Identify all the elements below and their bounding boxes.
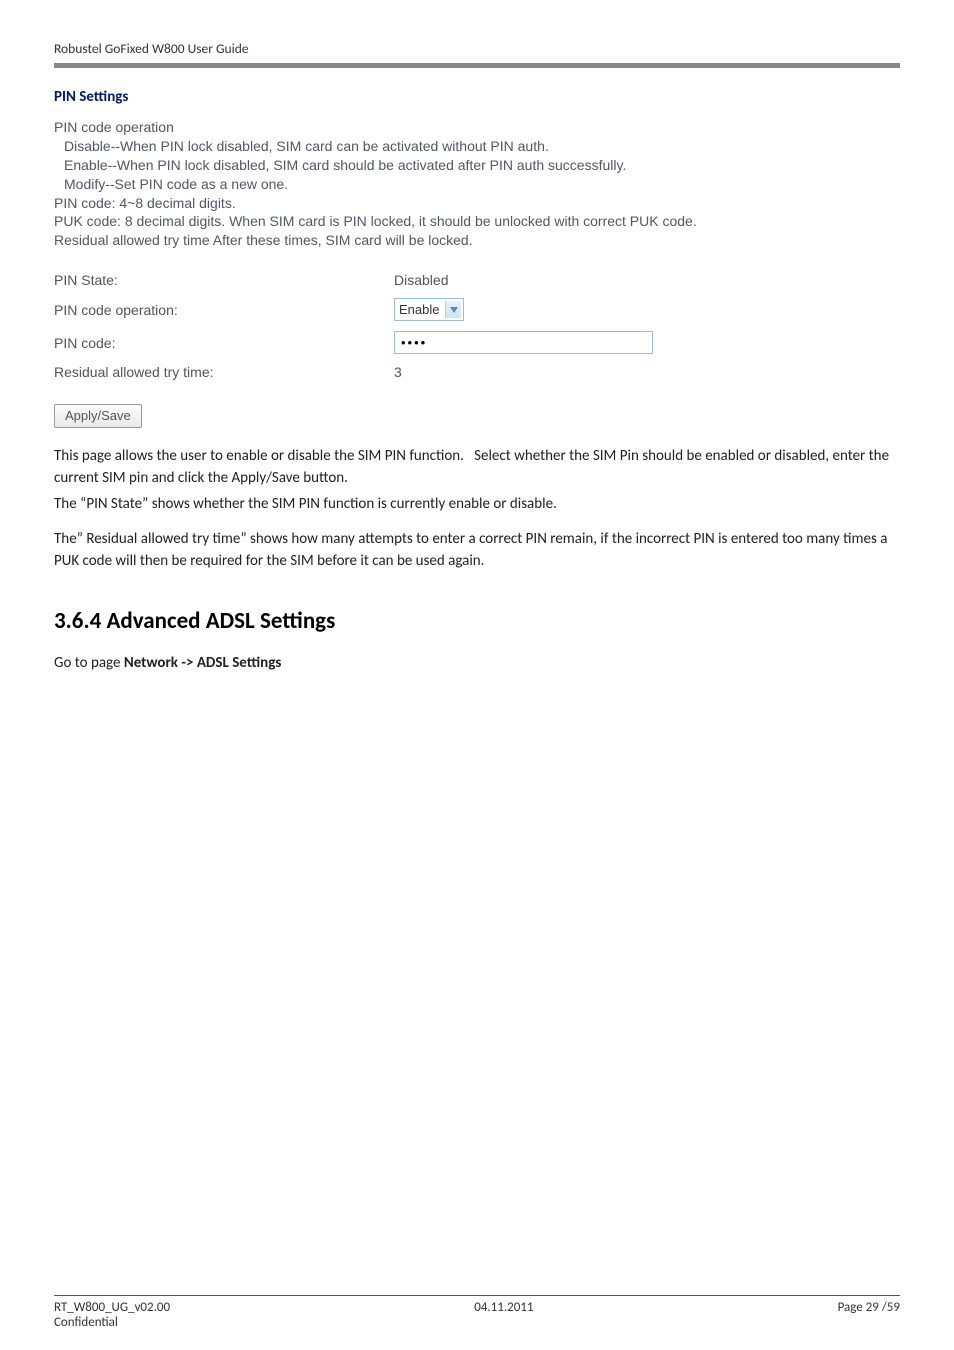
footer-top-row: RT_W800_UG_v02.00 04.11.2011 Page 29 /59	[54, 1296, 900, 1315]
pin-state-value: Disabled	[394, 272, 448, 288]
body-text-block: This page allows the user to enable or d…	[54, 446, 900, 573]
spacer	[54, 390, 900, 404]
pin-code-operation-row: PIN code operation: Enable	[54, 298, 900, 321]
goto-prefix: Go to page	[54, 654, 124, 672]
help-line: Enable--When PIN lock disabled, SIM card…	[54, 156, 900, 175]
body-paragraph: The “PIN State” shows whether the SIM PI…	[54, 494, 900, 516]
residual-value: 3	[394, 364, 402, 380]
goto-target: Network -> ADSL Settings	[124, 654, 282, 672]
footer-left-top: RT_W800_UG_v02.00	[54, 1300, 170, 1315]
help-line: Disable--When PIN lock disabled, SIM car…	[54, 137, 900, 156]
help-line: PIN code: 4~8 decimal digits.	[54, 194, 900, 213]
footer-right: Page 29 /59	[838, 1300, 900, 1315]
help-line: Residual allowed try time After these ti…	[54, 231, 900, 250]
footer-center: 04.11.2011	[474, 1300, 533, 1315]
chevron-down-icon	[445, 301, 461, 318]
body-paragraph: This page allows the user to enable or d…	[54, 446, 900, 490]
pin-code-op-select[interactable]: Enable	[394, 298, 464, 321]
residual-try-row: Residual allowed try time: 3	[54, 364, 900, 380]
pin-state-row: PIN State: Disabled	[54, 272, 900, 288]
page: Robustel GoFixed W800 User Guide PIN Set…	[0, 0, 954, 1350]
help-line: PIN code operation	[54, 118, 900, 137]
document-header-title: Robustel GoFixed W800 User Guide	[54, 40, 900, 57]
pin-code-row: PIN code:	[54, 331, 900, 354]
pin-help-text: PIN code operation Disable--When PIN loc…	[54, 118, 900, 250]
footer-left-bottom: Confidential	[54, 1315, 900, 1330]
pin-code-input[interactable]	[394, 331, 653, 354]
body-paragraph: The” Residual allowed try time” shows ho…	[54, 529, 900, 573]
help-line: Modify--Set PIN code as a new one.	[54, 175, 900, 194]
pin-settings-panel: PIN Settings PIN code operation Disable-…	[54, 88, 900, 428]
page-footer: RT_W800_UG_v02.00 04.11.2011 Page 29 /59…	[54, 1255, 900, 1330]
pin-code-op-value: Enable	[399, 302, 445, 317]
pin-settings-heading: PIN Settings	[54, 88, 900, 106]
goto-line: Go to page Network -> ADSL Settings	[54, 653, 900, 675]
pin-code-label: PIN code:	[54, 335, 394, 351]
header-rule	[54, 63, 900, 68]
apply-save-button[interactable]: Apply/Save	[54, 404, 142, 428]
pin-state-label: PIN State:	[54, 272, 394, 288]
pin-code-op-label: PIN code operation:	[54, 302, 394, 318]
spacer	[54, 428, 900, 446]
help-line: PUK code: 8 decimal digits. When SIM car…	[54, 212, 900, 231]
section-heading-adsl: 3.6.4 Advanced ADSL Settings	[54, 607, 900, 635]
residual-label: Residual allowed try time:	[54, 364, 394, 380]
content-area: Robustel GoFixed W800 User Guide PIN Set…	[54, 40, 900, 1255]
